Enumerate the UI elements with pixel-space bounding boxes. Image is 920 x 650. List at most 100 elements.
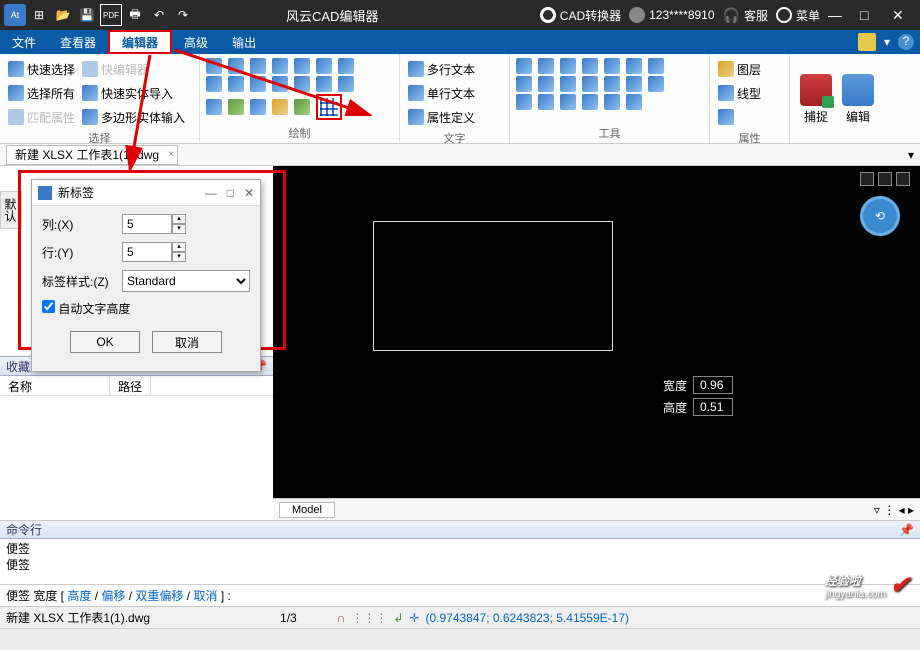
region-icon[interactable]: [250, 76, 266, 92]
redo-icon[interactable]: ↷: [172, 4, 194, 26]
opt-double[interactable]: 双重偏移: [135, 589, 183, 603]
new-icon[interactable]: ⊞: [28, 4, 50, 26]
snap-magnet-icon[interactable]: ∩: [337, 611, 346, 625]
cloud-icon[interactable]: [338, 76, 354, 92]
edit-button[interactable]: 编辑: [838, 58, 878, 141]
dialog-close-icon[interactable]: ✕: [244, 186, 254, 200]
line-icon[interactable]: [206, 58, 222, 74]
help-icon[interactable]: ?: [898, 34, 914, 50]
minimize-button[interactable]: —: [828, 7, 852, 23]
ray-icon[interactable]: [294, 76, 310, 92]
rotate-icon[interactable]: [560, 58, 576, 74]
menu-button[interactable]: 菜单: [776, 7, 820, 24]
mirror-icon[interactable]: [604, 58, 620, 74]
maximize-button[interactable]: □: [860, 7, 884, 23]
extend-icon[interactable]: [538, 76, 554, 92]
circle-icon[interactable]: [272, 58, 288, 74]
dialog-maximize-icon[interactable]: □: [227, 186, 234, 200]
user-label[interactable]: 123****8910: [629, 7, 714, 23]
arc-icon[interactable]: [294, 58, 310, 74]
opt-offset[interactable]: 偏移: [101, 589, 125, 603]
table-button[interactable]: [316, 94, 342, 120]
import-solid-button[interactable]: 快速实体导入: [80, 82, 175, 104]
rows-input[interactable]: [122, 242, 172, 262]
dialog-minimize-icon[interactable]: —: [205, 186, 217, 200]
col-path[interactable]: 路径: [110, 376, 151, 395]
dropdown-icon[interactable]: ▾: [884, 35, 890, 49]
cols-up[interactable]: ▴: [172, 214, 186, 224]
offset-icon[interactable]: [648, 58, 664, 74]
model-tab[interactable]: Model: [279, 502, 335, 518]
lineweight-button[interactable]: [716, 106, 783, 128]
stext-button[interactable]: 单行文本: [406, 82, 503, 104]
tab-close-icon[interactable]: ×: [168, 149, 174, 160]
style-icon[interactable]: [858, 33, 876, 51]
col-name[interactable]: 名称: [0, 376, 110, 395]
block-icon[interactable]: [228, 99, 244, 115]
opt-cancel[interactable]: 取消: [193, 589, 217, 603]
attrdef-button[interactable]: 属性定义: [406, 106, 503, 128]
layout-scroll-icon[interactable]: ▿ ⋮ ◂ ▸: [874, 503, 914, 517]
dim-icon[interactable]: [206, 99, 222, 115]
open-icon[interactable]: 📂: [52, 4, 74, 26]
expand-icon[interactable]: ▾: [908, 148, 914, 162]
cols-down[interactable]: ▾: [172, 224, 186, 234]
converter-button[interactable]: CAD转换器: [540, 7, 621, 24]
menu-editor[interactable]: 编辑器: [108, 30, 172, 54]
grid-toggle-icon[interactable]: ⋮⋮⋮: [351, 611, 387, 625]
donut-icon[interactable]: [316, 76, 332, 92]
ortho-toggle-icon[interactable]: ↲: [393, 611, 403, 625]
style-select[interactable]: Standard: [122, 270, 250, 292]
undo-icon[interactable]: ↶: [148, 4, 170, 26]
command-input[interactable]: 便签 宽度 [ 高度 / 偏移 / 双重偏移 / 取消 ] :: [0, 584, 920, 606]
opt-height[interactable]: 高度: [67, 589, 91, 603]
poly-input-button[interactable]: 多边形实体输入: [80, 106, 187, 128]
menu-output[interactable]: 输出: [220, 30, 268, 54]
insert-icon[interactable]: [250, 99, 266, 115]
ellipse-icon[interactable]: [316, 58, 332, 74]
close-button[interactable]: ✕: [892, 7, 916, 24]
save-icon[interactable]: 💾: [76, 4, 98, 26]
explode-icon[interactable]: [648, 76, 664, 92]
stretch-icon[interactable]: [538, 94, 554, 110]
join-icon[interactable]: [626, 76, 642, 92]
rect-icon[interactable]: [250, 58, 266, 74]
lengthen-icon[interactable]: [560, 94, 576, 110]
point-icon[interactable]: [206, 76, 222, 92]
pdf-icon[interactable]: PDF: [100, 4, 122, 26]
align-icon[interactable]: [516, 94, 532, 110]
select-all-button[interactable]: 选择所有: [6, 82, 77, 104]
dialog-titlebar[interactable]: 新标签 — □ ✕: [32, 180, 260, 206]
ok-button[interactable]: OK: [70, 331, 140, 353]
edit-spline-icon[interactable]: [604, 94, 620, 110]
hatch-icon[interactable]: [228, 76, 244, 92]
wipeout-icon[interactable]: [294, 99, 310, 115]
edit-poly-icon[interactable]: [582, 94, 598, 110]
layer-button[interactable]: 图层: [716, 58, 783, 80]
quick-editor-button[interactable]: 快编辑器: [80, 58, 151, 80]
break-icon[interactable]: [604, 76, 620, 92]
support-button[interactable]: 🎧客服: [723, 7, 768, 24]
menu-advanced[interactable]: 高级: [172, 30, 220, 54]
rows-up[interactable]: ▴: [172, 242, 186, 252]
edit-hatch-icon[interactable]: [626, 94, 642, 110]
menu-viewer[interactable]: 查看器: [48, 30, 108, 54]
mtext-button[interactable]: 多行文本: [406, 58, 503, 80]
cancel-button[interactable]: 取消: [152, 331, 222, 353]
fillet-icon[interactable]: [560, 76, 576, 92]
compass-button[interactable]: ⟲: [860, 196, 900, 236]
drawing-canvas[interactable]: ⟲ 宽度0.96 高度0.51: [273, 166, 920, 520]
rows-down[interactable]: ▾: [172, 252, 186, 262]
print-icon[interactable]: 🖶: [124, 4, 146, 26]
app-icon[interactable]: At: [4, 4, 26, 26]
xline-icon[interactable]: [272, 76, 288, 92]
cmd-pin-icon[interactable]: 📌: [899, 523, 914, 537]
file-tab[interactable]: 新建 XLSX 工作表1(1).dwg ×: [6, 145, 178, 165]
polyline-icon[interactable]: [228, 58, 244, 74]
array-icon[interactable]: [626, 58, 642, 74]
chamfer-icon[interactable]: [582, 76, 598, 92]
trim-icon[interactable]: [516, 76, 532, 92]
drawn-rectangle[interactable]: [373, 221, 613, 351]
cols-input[interactable]: [122, 214, 172, 234]
copy-icon[interactable]: [538, 58, 554, 74]
